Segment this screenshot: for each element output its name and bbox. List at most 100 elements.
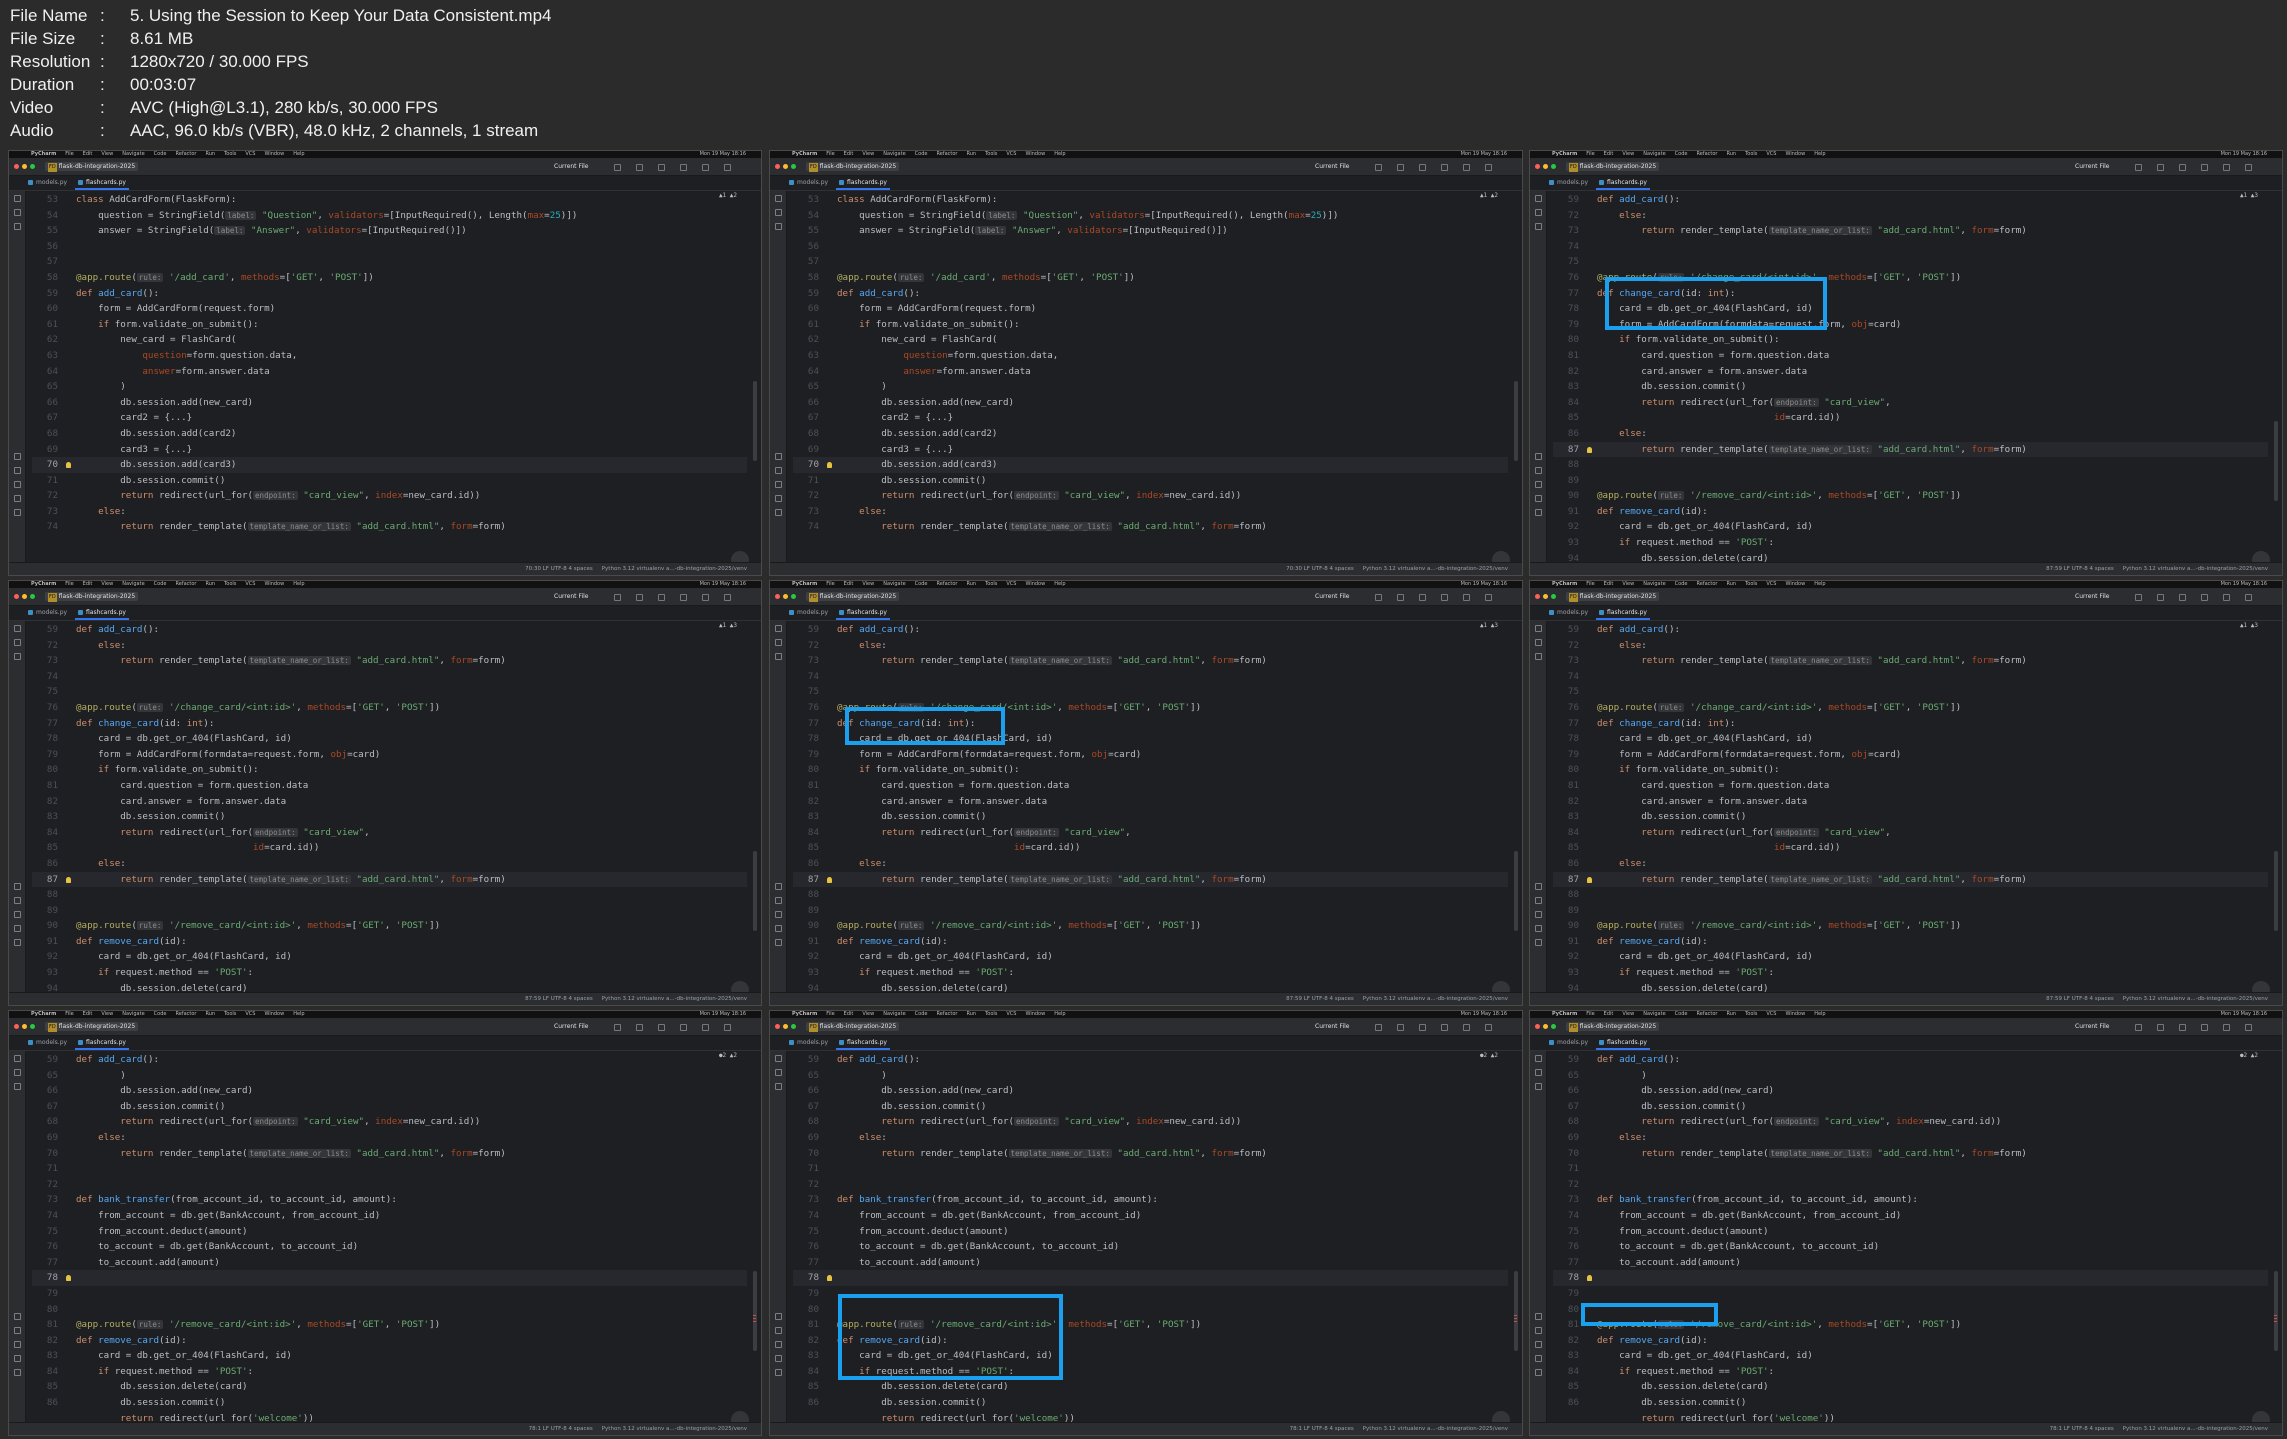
project-selector[interactable]: FD flask-db-integration-2025 [806, 162, 900, 172]
menubar-item[interactable]: Tools [1745, 151, 1757, 157]
run-config-selector[interactable]: Current File [1315, 163, 1349, 170]
zoom-window-button[interactable] [1551, 594, 1556, 599]
menubar-item[interactable]: Edit [1604, 151, 1614, 157]
menubar-item[interactable]: View [862, 1011, 874, 1017]
menubar-item[interactable]: Run [205, 151, 215, 157]
menubar-item[interactable]: Run [966, 1011, 976, 1017]
caret-position[interactable]: 87:59 LF UTF-8 4 spaces [525, 996, 593, 1002]
menubar-item[interactable]: Help [1054, 581, 1065, 587]
menubar-item[interactable]: Navigate [1643, 151, 1665, 157]
run-config-selector[interactable]: Current File [554, 1023, 588, 1030]
close-window-button[interactable] [775, 594, 780, 599]
menubar-item[interactable]: Edit [844, 581, 854, 587]
commit-icon[interactable] [1535, 1069, 1542, 1076]
editor-scrollbar[interactable] [2274, 421, 2278, 501]
caret-position[interactable]: 78:1 LF UTF-8 4 spaces [2050, 1426, 2114, 1432]
error-stripe-mark[interactable] [753, 1321, 756, 1322]
plugins-icon[interactable] [1535, 453, 1542, 460]
code-editor[interactable]: ▲1 ▲2 53 class AddCardForm(FlaskForm): 54 q… [26, 191, 761, 563]
interpreter-selector[interactable]: Python 3.12 virtualenv a...-db-integrati… [1363, 1426, 1508, 1432]
debug-icon[interactable] [636, 594, 643, 601]
editor-tab[interactable]: models.py [786, 178, 831, 188]
more-icon[interactable] [2179, 1024, 2186, 1031]
menubar-item[interactable]: View [862, 581, 874, 587]
menubar-item[interactable]: File [65, 1011, 73, 1017]
menubar-item[interactable]: Tools [985, 1011, 997, 1017]
terminal-icon[interactable] [1535, 481, 1542, 488]
vcs-icon[interactable] [1535, 1369, 1542, 1376]
menubar-item[interactable]: Navigate [883, 151, 905, 157]
menubar-item[interactable]: Refactor [175, 581, 196, 587]
terminal-icon[interactable] [14, 481, 21, 488]
menubar-item[interactable]: Tools [985, 581, 997, 587]
terminal-icon[interactable] [775, 911, 782, 918]
minimize-window-button[interactable] [783, 164, 788, 169]
problems-icon[interactable] [775, 495, 782, 502]
menubar-item[interactable]: Navigate [122, 151, 144, 157]
menubar-item[interactable]: File [1586, 581, 1594, 587]
more-icon[interactable] [658, 1024, 665, 1031]
user-icon[interactable] [2201, 164, 2208, 171]
commit-icon[interactable] [14, 1069, 21, 1076]
problems-icon[interactable] [1535, 925, 1542, 932]
editor-tab[interactable]: flashcards.py [836, 1038, 890, 1050]
editor-tab[interactable]: models.py [25, 178, 70, 188]
editor-tab[interactable]: flashcards.py [836, 608, 890, 620]
interpreter-selector[interactable]: Python 3.12 virtualenv a...-db-integrati… [1363, 566, 1508, 572]
error-stripe-mark[interactable] [1514, 1315, 1517, 1316]
menubar-item[interactable]: PyCharm [792, 1011, 817, 1017]
interpreter-selector[interactable]: Python 3.12 virtualenv a...-db-integrati… [2123, 1426, 2268, 1432]
plugins-icon[interactable] [775, 883, 782, 890]
interpreter-selector[interactable]: Python 3.12 virtualenv a...-db-integrati… [2123, 566, 2268, 572]
editor-tab[interactable]: flashcards.py [1596, 178, 1650, 190]
menubar-item[interactable]: Code [1675, 151, 1688, 157]
caret-position[interactable]: 87:59 LF UTF-8 4 spaces [2046, 996, 2114, 1002]
menubar-item[interactable]: Refactor [175, 1011, 196, 1017]
user-icon[interactable] [1441, 164, 1448, 171]
close-window-button[interactable] [14, 164, 19, 169]
structure-icon[interactable] [14, 1083, 21, 1090]
debug-icon[interactable] [1397, 594, 1404, 601]
menubar-item[interactable]: Refactor [175, 151, 196, 157]
minimize-window-button[interactable] [1543, 1024, 1548, 1029]
editor-scrollbar[interactable] [1514, 1271, 1518, 1351]
user-icon[interactable] [680, 594, 687, 601]
menubar-item[interactable]: View [1622, 581, 1634, 587]
more-icon[interactable] [2179, 164, 2186, 171]
problems-icon[interactable] [14, 495, 21, 502]
error-stripe-mark[interactable] [2274, 1321, 2277, 1322]
menubar-item[interactable]: Run [966, 151, 976, 157]
menubar-item[interactable]: Tools [224, 1011, 236, 1017]
menubar-item[interactable]: Help [1054, 151, 1065, 157]
intention-bulb-icon[interactable] [827, 462, 832, 469]
more-icon[interactable] [658, 164, 665, 171]
menubar-item[interactable]: Refactor [936, 1011, 957, 1017]
menubar-item[interactable]: View [101, 151, 113, 157]
menubar-item[interactable]: Edit [83, 581, 93, 587]
menubar-item[interactable]: PyCharm [1552, 581, 1577, 587]
editor-scrollbar[interactable] [753, 1271, 757, 1351]
menubar-item[interactable]: View [1622, 1011, 1634, 1017]
error-stripe-mark[interactable] [1514, 1318, 1517, 1319]
close-window-button[interactable] [775, 164, 780, 169]
caret-position[interactable]: 87:59 LF UTF-8 4 spaces [2046, 566, 2114, 572]
menubar-item[interactable]: Help [1054, 1011, 1065, 1017]
structure-icon[interactable] [14, 653, 21, 660]
menubar-item[interactable]: Refactor [936, 581, 957, 587]
menubar-item[interactable]: Edit [1604, 581, 1614, 587]
editor-tab[interactable]: models.py [786, 1038, 831, 1048]
menubar-item[interactable]: PyCharm [792, 151, 817, 157]
python-console-icon[interactable] [775, 467, 782, 474]
project-selector[interactable]: FD flask-db-integration-2025 [1566, 162, 1660, 172]
caret-position[interactable]: 70:30 LF UTF-8 4 spaces [1286, 566, 1354, 572]
structure-icon[interactable] [1535, 653, 1542, 660]
project-selector[interactable]: FD flask-db-integration-2025 [45, 1022, 139, 1032]
project-icon[interactable] [1535, 195, 1542, 202]
minimize-window-button[interactable] [1543, 164, 1548, 169]
run-icon[interactable] [2135, 164, 2142, 171]
gear-icon[interactable] [2245, 1024, 2252, 1031]
gear-icon[interactable] [1485, 1024, 1492, 1031]
commit-icon[interactable] [14, 209, 21, 216]
vcs-icon[interactable] [775, 1369, 782, 1376]
interpreter-selector[interactable]: Python 3.12 virtualenv a...-db-integrati… [2123, 996, 2268, 1002]
